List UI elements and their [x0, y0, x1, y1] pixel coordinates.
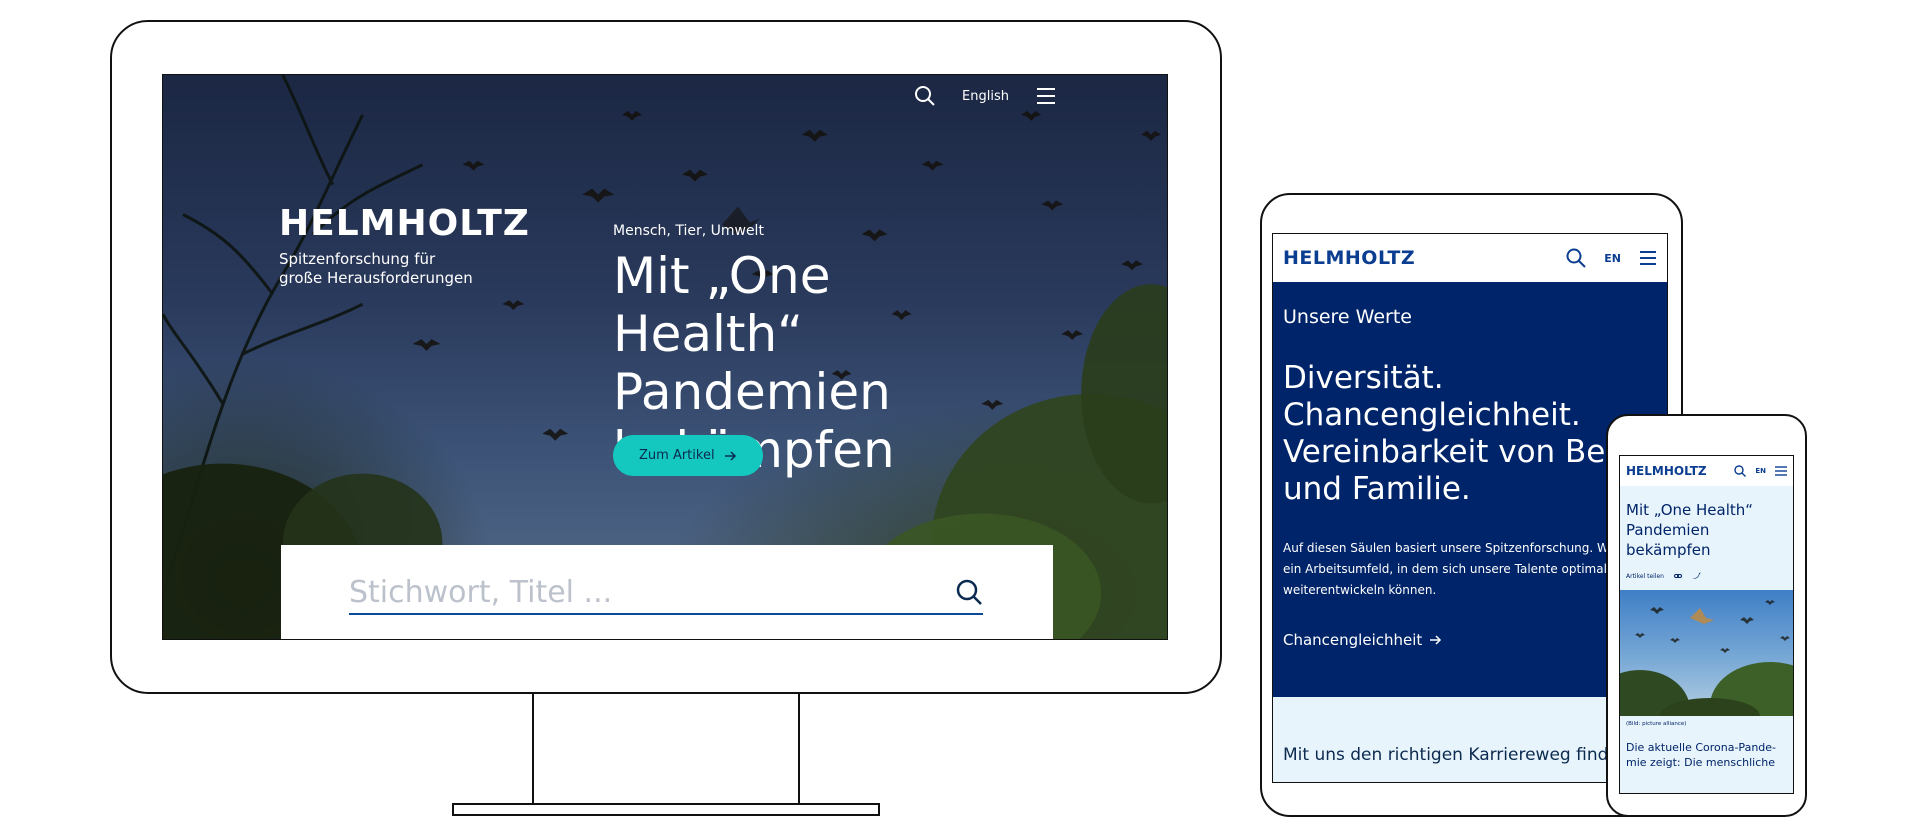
- phone-title-line-3: bekämpfen: [1626, 541, 1711, 559]
- arrow-right-icon: [724, 450, 737, 461]
- share-bar: Artikel teilen: [1620, 560, 1793, 586]
- link-icon[interactable]: [1674, 572, 1682, 580]
- helmholtz-logo[interactable]: HELMHOLTZ: [1626, 464, 1707, 478]
- hero-kicker: Mensch, Tier, Umwelt: [613, 223, 764, 239]
- search-input[interactable]: Stichwort, Titel ...: [349, 571, 983, 615]
- search-icon[interactable]: [1566, 248, 1586, 268]
- values-title-line-4: und Familie.: [1283, 471, 1471, 507]
- search-placeholder: Stichwort, Titel ...: [349, 574, 613, 610]
- phone-header: HELMHOLTZ EN: [1620, 456, 1793, 486]
- equal-opportunity-link[interactable]: Chancengleichheit: [1283, 631, 1657, 649]
- twitter-icon[interactable]: [1692, 572, 1701, 580]
- image-caption: (Bild: picture alliance): [1626, 721, 1687, 727]
- values-title: Diversität. Chancengleichheit. Vereinbar…: [1283, 360, 1657, 508]
- values-body-line-2: ein Arbeitsumfeld, in dem sich unsere Ta…: [1283, 562, 1607, 576]
- search-icon[interactable]: [914, 85, 936, 107]
- hero-title-line-2: Pandemien: [613, 363, 891, 421]
- tagline-line-2: große Herausforderungen: [279, 269, 473, 287]
- phone-screen: HELMHOLTZ EN Mit „One Health“ Pandemien …: [1619, 455, 1794, 794]
- language-switch-link[interactable]: EN: [1755, 467, 1766, 475]
- hero-title-line-1: Mit „One Health“: [613, 247, 831, 363]
- menu-icon[interactable]: [1775, 466, 1787, 476]
- values-title-line-1: Diversität.: [1283, 360, 1444, 396]
- values-title-line-3: Vereinbarkeit von Beruf: [1283, 434, 1649, 470]
- equal-opportunity-label: Chancengleichheit: [1283, 631, 1423, 649]
- tablet-header: HELMHOLTZ EN: [1273, 234, 1667, 282]
- phone-article-teaser: Die aktuelle Corona-Pande- mie zeigt: Di…: [1620, 732, 1793, 778]
- search-icon[interactable]: [1734, 465, 1747, 477]
- monitor-stand-neck: [532, 694, 800, 804]
- values-body: Auf diesen Säulen basiert unsere Spitzen…: [1283, 538, 1657, 601]
- phone-teaser-line-2: mie zeigt: Die menschliche: [1626, 756, 1776, 769]
- phone-title-line-2: Pandemien: [1626, 521, 1710, 539]
- article-image: [1620, 590, 1793, 716]
- desktop-screen: English HELMHOLTZ Spitzenforschung für g…: [162, 74, 1168, 640]
- phone-article-title: Mit „One Health“ Pandemien bekämpfen: [1620, 486, 1793, 560]
- brand-tagline: Spitzenforschung für große Herausforderu…: [279, 250, 530, 288]
- monitor-stand-base: [452, 803, 880, 816]
- share-label: Artikel teilen: [1626, 572, 1664, 580]
- values-title-line-2: Chancengleichheit.: [1283, 397, 1581, 433]
- tablet-header-actions: EN: [1566, 248, 1657, 268]
- helmholtz-logo[interactable]: HELMHOLTZ: [279, 203, 530, 244]
- read-article-label: Zum Artikel: [639, 448, 715, 463]
- desktop-brand[interactable]: HELMHOLTZ Spitzenforschung für große Her…: [279, 203, 530, 288]
- values-body-line-3: weiterentwickeln können.: [1283, 583, 1437, 597]
- article-image-scene: [1620, 600, 1793, 716]
- menu-icon[interactable]: [1639, 250, 1657, 266]
- language-switch-link[interactable]: English: [962, 89, 1009, 104]
- desktop-top-nav: English: [914, 85, 1057, 107]
- search-icon[interactable]: [955, 578, 983, 606]
- phone-header-actions: EN: [1734, 465, 1787, 477]
- phone-teaser-line-1: Die aktuelle Corona-Pande-: [1626, 741, 1777, 754]
- search-panel: Stichwort, Titel ...: [281, 545, 1053, 639]
- menu-icon[interactable]: [1035, 87, 1057, 105]
- read-article-button[interactable]: Zum Artikel: [613, 435, 763, 476]
- values-kicker: Unsere Werte: [1283, 306, 1412, 328]
- helmholtz-logo[interactable]: HELMHOLTZ: [1283, 247, 1415, 269]
- phone-title-line-1: Mit „One Health“: [1626, 501, 1754, 519]
- language-switch-link[interactable]: EN: [1604, 252, 1621, 265]
- tagline-line-1: Spitzenforschung für: [279, 250, 436, 268]
- arrow-right-icon: [1430, 635, 1442, 645]
- values-body-line-1: Auf diesen Säulen basiert unsere Spitzen…: [1283, 541, 1617, 555]
